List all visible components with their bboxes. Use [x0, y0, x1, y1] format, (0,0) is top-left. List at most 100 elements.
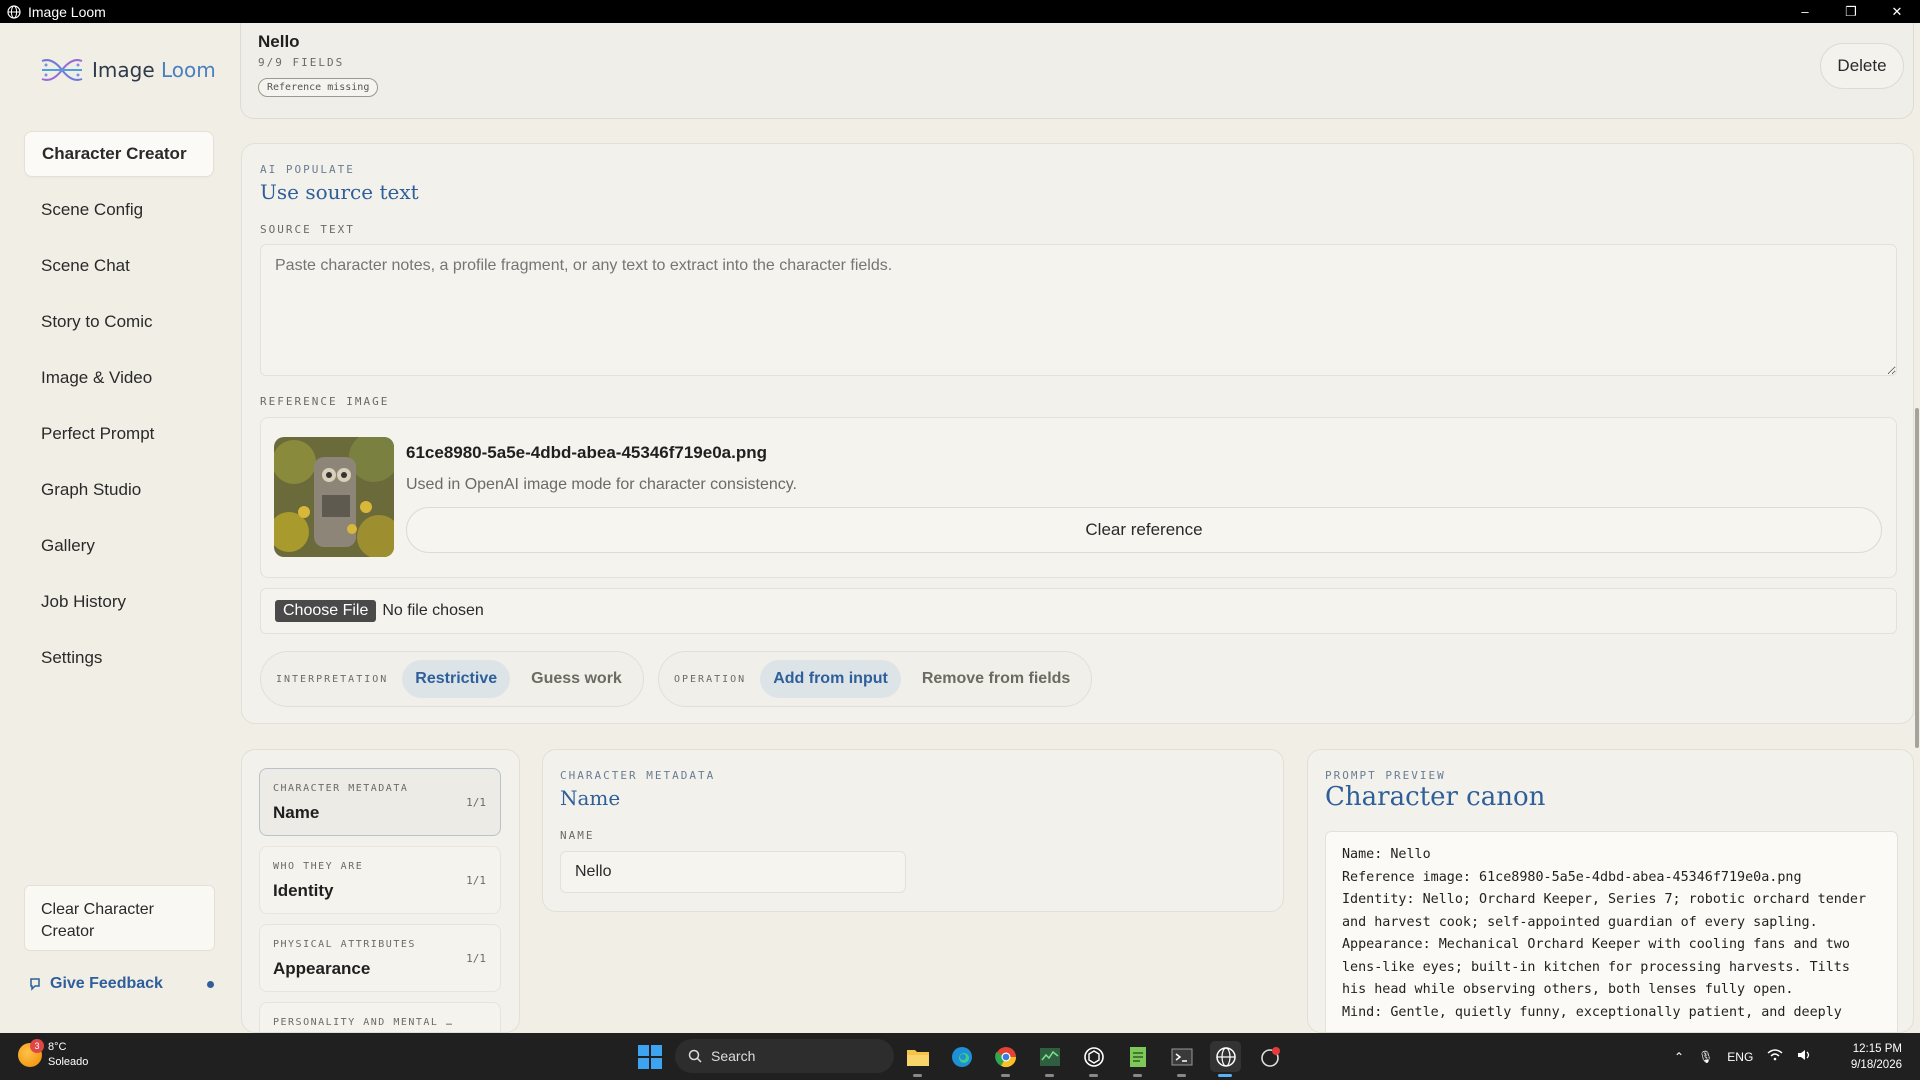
sidebar-item-gallery[interactable]: Gallery	[24, 523, 214, 569]
fields-count: 9/9 FIELDS	[258, 56, 345, 69]
weather-desc: Soleado	[48, 1056, 89, 1068]
sidebar: Image Loom Character Creator Scene Confi…	[0, 23, 240, 1033]
file-explorer-icon[interactable]	[902, 1041, 933, 1077]
section-item-personality[interactable]: PERSONALITY AND MENTAL …	[259, 1002, 501, 1032]
clear-character-creator-button[interactable]: Clear Character Creator	[24, 885, 215, 951]
source-text-input[interactable]	[260, 244, 1897, 376]
taskbar-search[interactable]: Search	[675, 1039, 894, 1073]
sections-list: CHARACTER METADATA Name 1/1 WHO THEY ARE…	[241, 749, 520, 1033]
sun-icon: 3	[18, 1039, 44, 1067]
section-name: Appearance	[273, 959, 371, 978]
clear-reference-button[interactable]: Clear reference	[406, 507, 1882, 553]
terminal-icon[interactable]	[1166, 1041, 1197, 1077]
sidebar-nav: Character Creator Scene Config Scene Cha…	[24, 131, 214, 691]
operation-toggle: OPERATION Add from input Remove from fie…	[658, 651, 1093, 707]
reference-thumbnail	[274, 437, 394, 557]
title-bar: Image Loom – ❐ ✕	[0, 0, 1920, 23]
interpretation-restrictive[interactable]: Restrictive	[402, 660, 511, 698]
metadata-editor: CHARACTER METADATA Name NAME Nello	[542, 749, 1284, 912]
reference-image-box: 61ce8980-5a5e-4dbd-abea-45346f719e0a.png…	[260, 417, 1897, 578]
language-indicator[interactable]: ENG	[1727, 1050, 1753, 1064]
section-count: 1/1	[466, 874, 486, 887]
scrollbar-thumb[interactable]	[1915, 408, 1919, 748]
file-input[interactable]: Choose File No file chosen	[260, 588, 1897, 634]
ai-populate-panel: AI POPULATE Use source text SOURCE TEXT …	[241, 143, 1914, 724]
start-button[interactable]	[638, 1045, 662, 1069]
sidebar-item-story-to-comic[interactable]: Story to Comic	[24, 299, 214, 345]
image-loom-taskbar-icon[interactable]	[1210, 1041, 1241, 1077]
source-text-label: SOURCE TEXT	[260, 223, 355, 236]
sidebar-item-perfect-prompt[interactable]: Perfect Prompt	[24, 411, 214, 457]
section-item-identity[interactable]: WHO THEY ARE Identity 1/1	[259, 846, 501, 914]
minimize-button[interactable]: –	[1782, 4, 1828, 20]
sidebar-item-settings[interactable]: Settings	[24, 635, 214, 681]
delete-button[interactable]: Delete	[1820, 43, 1904, 89]
globe-icon	[6, 4, 22, 20]
window-title: Image Loom	[28, 3, 106, 20]
notepad-icon[interactable]	[1122, 1041, 1153, 1077]
name-field[interactable]: Nello	[560, 851, 906, 893]
maximize-button[interactable]: ❐	[1828, 4, 1874, 20]
weather-widget[interactable]: 3 8°C Soleado	[18, 1039, 89, 1070]
loom-logo-icon	[41, 59, 83, 81]
choose-file-button[interactable]: Choose File	[275, 600, 377, 622]
ai-populate-title: Use source text	[260, 180, 419, 204]
interpretation-toggle: INTERPRETATION Restrictive Guess work	[260, 651, 644, 707]
section-eyebrow: PHYSICAL ATTRIBUTES	[273, 939, 416, 950]
task-manager-icon[interactable]	[1034, 1041, 1065, 1077]
character-header: Nello 9/9 FIELDS Reference missing Delet…	[240, 23, 1914, 119]
interpretation-guess-work[interactable]: Guess work	[518, 660, 635, 698]
reference-description: Used in OpenAI image mode for character …	[406, 476, 797, 493]
system-tray: ⌃ 🎙 ENG	[1674, 1033, 1813, 1080]
metadata-eyebrow: CHARACTER METADATA	[560, 769, 716, 782]
feedback-icon	[30, 978, 40, 991]
windows-taskbar: 3 8°C Soleado Search ⌃ 🎙 ENG 12:15 PM 9/…	[0, 1033, 1920, 1080]
section-eyebrow: CHARACTER METADATA	[273, 783, 409, 794]
section-item-appearance[interactable]: PHYSICAL ATTRIBUTES Appearance 1/1	[259, 924, 501, 992]
chatgpt-icon[interactable]	[1078, 1041, 1109, 1077]
weather-temp: 8°C	[48, 1041, 67, 1053]
weather-badge: 3	[30, 1039, 44, 1053]
prompt-preview-text[interactable]: Name: Nello Reference image: 61ce8980-5a…	[1325, 831, 1898, 1032]
taskbar-clock[interactable]: 12:15 PM 9/18/2026	[1851, 1041, 1902, 1073]
file-status: No file chosen	[382, 602, 484, 619]
sidebar-item-job-history[interactable]: Job History	[24, 579, 214, 625]
sidebar-item-character-creator[interactable]: Character Creator	[24, 131, 214, 177]
operation-add-from-input[interactable]: Add from input	[760, 660, 901, 698]
chrome-icon[interactable]	[990, 1041, 1021, 1077]
wifi-icon[interactable]	[1767, 1049, 1783, 1064]
sidebar-item-scene-config[interactable]: Scene Config	[24, 187, 214, 233]
section-count: 1/1	[466, 952, 486, 965]
sidebar-item-image-video[interactable]: Image & Video	[24, 355, 214, 401]
section-name: Name	[273, 803, 320, 822]
section-count: 1/1	[466, 796, 486, 809]
section-eyebrow: WHO THEY ARE	[273, 861, 364, 872]
notification-dot	[207, 980, 214, 988]
search-label: Search	[711, 1048, 756, 1064]
volume-icon[interactable]	[1797, 1048, 1813, 1065]
section-eyebrow: PERSONALITY AND MENTAL …	[273, 1017, 454, 1028]
close-button[interactable]: ✕	[1874, 4, 1920, 20]
app-logo[interactable]: Image Loom	[40, 55, 216, 85]
chevron-up-icon[interactable]: ⌃	[1674, 1050, 1684, 1064]
sidebar-item-scene-chat[interactable]: Scene Chat	[24, 243, 214, 289]
recording-app-icon[interactable]	[1254, 1041, 1285, 1072]
operation-label: OPERATION	[674, 673, 747, 685]
operation-remove-from-fields[interactable]: Remove from fields	[909, 660, 1083, 698]
edge-icon[interactable]	[946, 1041, 977, 1072]
ai-populate-eyebrow: AI POPULATE	[260, 163, 355, 176]
section-item-name[interactable]: CHARACTER METADATA Name 1/1	[259, 768, 501, 836]
clock-time: 12:15 PM	[1852, 1043, 1902, 1055]
sidebar-item-graph-studio[interactable]: Graph Studio	[24, 467, 214, 513]
microphone-icon[interactable]: 🎙	[1698, 1050, 1713, 1064]
preview-title: Character canon	[1325, 782, 1546, 812]
prompt-preview-panel: PROMPT PREVIEW Character canon Name: Nel…	[1307, 749, 1914, 1033]
search-icon	[688, 1049, 702, 1063]
give-feedback-link[interactable]: Give Feedback	[28, 975, 214, 993]
give-feedback-label: Give Feedback	[50, 975, 163, 992]
name-field-label: NAME	[560, 829, 595, 842]
logo-text: Image Loom	[92, 58, 216, 82]
preview-eyebrow: PROMPT PREVIEW	[1325, 769, 1446, 782]
reference-image-label: REFERENCE IMAGE	[260, 395, 390, 408]
page-scrollbar[interactable]	[1914, 23, 1920, 1033]
